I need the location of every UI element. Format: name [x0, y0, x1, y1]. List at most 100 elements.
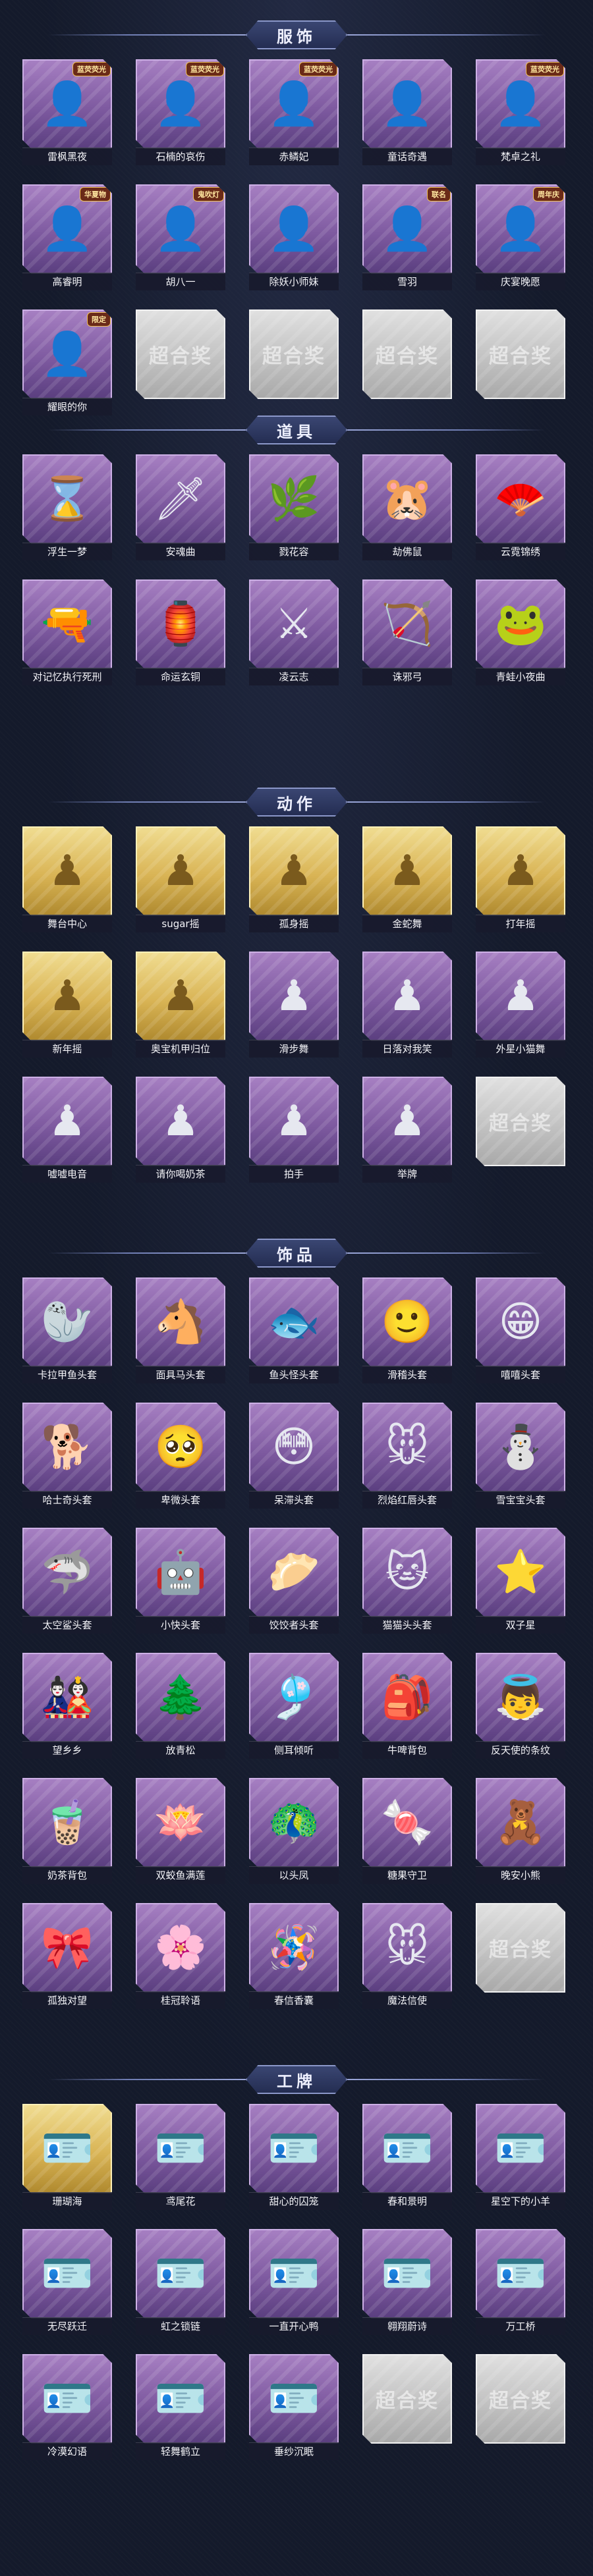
reward-item[interactable]: ♟ 打年摇 — [473, 826, 568, 932]
silhouette-icon: ♟ — [48, 847, 86, 896]
reward-item[interactable]: ♟ 日落对我笑 — [360, 952, 455, 1058]
reward-item[interactable]: ♟ 金蛇舞 — [360, 826, 455, 932]
bell-icon: 🎐 — [268, 1673, 320, 1722]
reward-item[interactable]: 🦚 以头凤 — [246, 1778, 341, 1884]
reward-item[interactable]: 🍬 糖果守卫 — [360, 1778, 455, 1884]
reward-item[interactable]: 🪷 双蛟鱼满莲 — [133, 1778, 228, 1884]
item-label: 垂纱沉眠 — [249, 2442, 339, 2460]
reward-item[interactable]: 🦈 太空鲨头套 — [20, 1528, 115, 1634]
reward-item[interactable]: 🪪 虹之锁链 — [133, 2229, 228, 2335]
item-label: 双子星 — [476, 1616, 565, 1634]
reward-item[interactable]: 🪪 无尽跃迁 — [20, 2229, 115, 2335]
reward-item[interactable]: 🐹 劫佛鼠 — [360, 454, 455, 560]
reward-item[interactable]: 🪪 珊瑚海 — [20, 2104, 115, 2210]
reward-item[interactable]: 🪪 翱翔蔚诗 — [360, 2229, 455, 2335]
reward-item[interactable]: 👤 蓝荧荧光 梵卓之礼 — [473, 59, 568, 165]
reward-item[interactable]: 🪪 垂纱沉眠 — [246, 2354, 341, 2460]
reward-item[interactable]: 🪪 鸢尾花 — [133, 2104, 228, 2210]
reward-item[interactable]: 🦭 卡拉甲鱼头套 — [20, 1277, 115, 1383]
reward-item[interactable]: ♟ 舞台中心 — [20, 826, 115, 932]
item-grid: ⌛ 浮生一梦 🗡 安魂曲 🌿 戮花容 🐹 劫佛鼠 🪭 云霓锦绣 🔫 对记忆执行死刑 🏮 命运玄铜 ⚔ 凌云志 🏹… — [20, 454, 573, 705]
reward-item[interactable]: 🎒 牛啤背包 — [360, 1653, 455, 1759]
reward-item[interactable]: ⭐ 双子星 — [473, 1528, 568, 1634]
reward-item[interactable]: ♟ sugar摇 — [133, 826, 228, 932]
reward-item[interactable]: 👼 反天使的条纹 — [473, 1653, 568, 1759]
reward-item[interactable]: 👤 联名 雪羽 — [360, 184, 455, 290]
reward-item[interactable]: 🧋 奶茶背包 — [20, 1778, 115, 1884]
reward-item[interactable]: 🔫 对记忆执行死刑 — [20, 579, 115, 685]
reward-item[interactable]: 🗡 安魂曲 — [133, 454, 228, 560]
item-card: 👤 蓝荧荧光 — [22, 59, 112, 149]
reward-item[interactable]: 🪪 星空下的小羊 — [473, 2104, 568, 2210]
reward-item[interactable]: 🪪 冷漠幻语 — [20, 2354, 115, 2460]
reward-item[interactable]: ♟ 奥宝机甲归位 — [133, 952, 228, 1058]
reward-item[interactable]: ⚔ 凌云志 — [246, 579, 341, 685]
item-card: 🪪 — [476, 2229, 565, 2319]
reward-item[interactable]: ♟ 举牌 — [360, 1077, 455, 1183]
reward-item[interactable]: 🪭 云霓锦绣 — [473, 454, 568, 560]
reward-item[interactable]: 🪪 一直开心鸭 — [246, 2229, 341, 2335]
reward-item[interactable]: 🐱 猫猫头头套 — [360, 1528, 455, 1634]
reward-item[interactable]: 🪪 万工桥 — [473, 2229, 568, 2335]
reward-item[interactable]: 🐸 青蛙小夜曲 — [473, 579, 568, 685]
item-label: 命运玄铜 — [136, 668, 225, 685]
snowman-icon: ⛄ — [494, 1423, 547, 1472]
reward-item[interactable]: 🎐 侧耳倾听 — [246, 1653, 341, 1759]
reward-item[interactable]: 🎀 孤独对望 — [20, 1903, 115, 2009]
item-label: 请你喝奶茶 — [136, 1165, 225, 1183]
reward-item[interactable]: 🐟 鱼头怪头套 — [246, 1277, 341, 1383]
reward-item[interactable]: 🎎 望乡乡 — [20, 1653, 115, 1759]
reward-item[interactable]: 🏹 诛邪弓 — [360, 579, 455, 685]
silhouette-icon: ♟ — [275, 847, 313, 896]
reward-item[interactable]: ♟ 新年摇 — [20, 952, 115, 1058]
item-card: ⚔ — [249, 579, 339, 669]
item-card: 超合奖 — [249, 309, 339, 399]
reward-item[interactable]: 🪅 春信香囊 — [246, 1903, 341, 2009]
item-label: 诛邪弓 — [362, 668, 452, 685]
reward-item[interactable]: 😁 嘻嘻头套 — [473, 1277, 568, 1383]
reward-item[interactable]: 👤 蓝荧荧光 雷枫黑夜 — [20, 59, 115, 165]
reward-item[interactable]: 🌸 桂冠聆语 — [133, 1903, 228, 2009]
reward-item[interactable]: 👤 蓝荧荧光 石楠的哀伤 — [133, 59, 228, 165]
item-label: 虹之锁链 — [136, 2317, 225, 2335]
reward-item[interactable]: 🌿 戮花容 — [246, 454, 341, 560]
reward-item[interactable]: 👤 华夏物 高睿明 — [20, 184, 115, 290]
reward-item[interactable]: 🪪 轻舞鹤立 — [133, 2354, 228, 2460]
reward-item[interactable]: 👤 蓝荧荧光 赤鳞妃 — [246, 59, 341, 165]
reward-item[interactable]: ♟ 孤身摇 — [246, 826, 341, 932]
item-card: 超合奖 — [362, 2354, 452, 2444]
reward-item[interactable]: 🤖 小快头套 — [133, 1528, 228, 1634]
reward-item[interactable]: 🧸 晚安小熊 — [473, 1778, 568, 1884]
reward-item[interactable]: ♟ 外星小猫舞 — [473, 952, 568, 1058]
reward-item[interactable]: ♟ 请你喝奶茶 — [133, 1077, 228, 1183]
reward-item[interactable]: 🌲 放青松 — [133, 1653, 228, 1759]
item-label: 云霓锦绣 — [476, 543, 565, 560]
reward-item[interactable]: ⛄ 雪宝宝头套 — [473, 1403, 568, 1509]
item-label: 除妖小师妹 — [249, 273, 339, 290]
reward-item[interactable]: 🪪 春和景明 — [360, 2104, 455, 2210]
reward-item[interactable]: 👤 童话奇遇 — [360, 59, 455, 165]
reward-item[interactable]: 🥺 卑微头套 — [133, 1403, 228, 1509]
reward-item[interactable]: 😳 呆滞头套 — [246, 1403, 341, 1509]
item-card: ♟ — [362, 826, 452, 916]
reward-item[interactable]: 🐭 烈焰红唇头套 — [360, 1403, 455, 1509]
reward-item[interactable]: 👤 除妖小师妹 — [246, 184, 341, 290]
reward-item[interactable]: 🙂 滑稽头套 — [360, 1277, 455, 1383]
reward-item[interactable]: 🐭 魔法信使 — [360, 1903, 455, 2009]
reward-item[interactable]: 🪪 甜心的囚笼 — [246, 2104, 341, 2210]
reward-item[interactable]: ♟ 滑步舞 — [246, 952, 341, 1058]
item-card: 🪪 — [362, 2229, 452, 2319]
reward-item[interactable]: ♟ 嘘嘘电音 — [20, 1077, 115, 1183]
reward-item[interactable]: ⌛ 浮生一梦 — [20, 454, 115, 560]
item-label: 甜心的囚笼 — [249, 2192, 339, 2210]
fan-icon: 🪭 — [494, 475, 547, 523]
reward-item[interactable]: 🐕 哈士奇头套 — [20, 1403, 115, 1509]
reward-item[interactable]: 👤 周年庆 庆宴晚愿 — [473, 184, 568, 290]
reward-item[interactable]: 👤 鬼吹灯 胡八一 — [133, 184, 228, 290]
reward-item[interactable]: 🐴 面具马头套 — [133, 1277, 228, 1383]
reward-item[interactable]: 🥟 饺饺者头套 — [246, 1528, 341, 1634]
badge-card-icon: 🪪 — [154, 2249, 207, 2298]
reward-item[interactable]: 🏮 命运玄铜 — [133, 579, 228, 685]
reward-item[interactable]: 👤 限定 耀眼的你 — [20, 309, 115, 416]
reward-item[interactable]: ♟ 拍手 — [246, 1077, 341, 1183]
